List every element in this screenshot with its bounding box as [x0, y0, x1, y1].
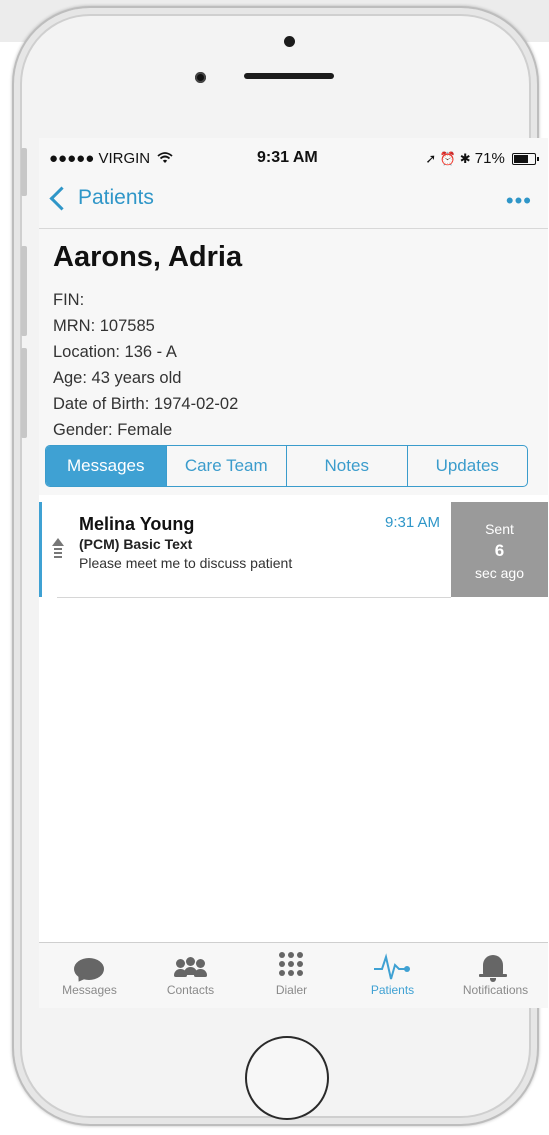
- chat-bubble-icon: [39, 949, 140, 985]
- tabbar-label-dialer: Dialer: [275, 983, 308, 997]
- battery-percent: 71%: [474, 150, 505, 167]
- tabbar-patients[interactable]: Patients: [342, 943, 443, 1008]
- tabbar-messages[interactable]: Messages: [39, 943, 140, 1008]
- back-label: Patients: [78, 186, 154, 209]
- tabbar-label-notifications: Notifications: [462, 983, 529, 997]
- tabbar-contacts[interactable]: Contacts: [140, 943, 241, 1008]
- volume-down-button: [21, 348, 27, 438]
- contacts-icon: [140, 949, 241, 983]
- patient-location: Location: 136 - A: [53, 343, 177, 361]
- status-bar: ●●●●● VIRGIN 9:31 AM ➚ ⏰ ✱ 71%: [39, 138, 548, 178]
- mute-switch: [21, 148, 27, 196]
- message-list-item[interactable]: Melina Young (PCM) Basic Text Please mee…: [39, 502, 548, 598]
- more-options-button[interactable]: •••: [506, 188, 532, 214]
- earpiece-speaker: [244, 73, 334, 79]
- tabbar-notifications[interactable]: Notifications: [443, 943, 548, 1008]
- patient-age: Age: 43 years old: [53, 369, 182, 387]
- message-accent-bar: [39, 502, 42, 597]
- chevron-left-icon: [49, 185, 74, 211]
- tabbar-dialer[interactable]: Dialer: [241, 943, 342, 1008]
- tabbar-label-messages: Messages: [62, 983, 117, 997]
- sent-status-badge: Sent 6 sec ago: [451, 502, 548, 597]
- battery-tip: [537, 157, 539, 162]
- patient-fin: FIN:: [53, 291, 85, 309]
- message-time: 9:31 AM: [385, 514, 441, 531]
- message-body: Please meet me to discuss patient: [79, 555, 293, 571]
- battery-level: [514, 155, 529, 164]
- carrier-group: ●●●●● VIRGIN: [49, 150, 173, 167]
- home-button[interactable]: [245, 1036, 329, 1120]
- volume-up-button: [21, 246, 27, 336]
- location-alarm-bluetooth-icons: ➚ ⏰ ✱: [425, 151, 471, 166]
- patient-mrn: MRN: 107585: [53, 317, 155, 335]
- tab-messages[interactable]: Messages: [46, 446, 166, 486]
- outgoing-arrow-icon: [52, 538, 64, 562]
- app-screen: ●●●●● VIRGIN 9:31 AM ➚ ⏰ ✱ 71% Patients …: [39, 138, 548, 1008]
- bell-icon: [443, 949, 548, 983]
- patient-tabs-segmented-control: Messages Care Team Notes Updates: [45, 445, 528, 487]
- status-right: ➚ ⏰ ✱ 71%: [425, 150, 539, 167]
- front-camera: [195, 72, 206, 83]
- dialer-grid-icon: [241, 949, 342, 983]
- heartbeat-icon: [342, 949, 443, 983]
- sent-count: 6: [494, 541, 505, 560]
- bottom-tab-bar: Messages Contacts Dialer Patients Notifi…: [39, 942, 548, 1008]
- message-sender: Melina Young: [79, 514, 195, 534]
- clock: 9:31 AM: [257, 149, 318, 166]
- tab-notes[interactable]: Notes: [286, 446, 407, 486]
- nav-bar: Patients •••: [39, 178, 548, 229]
- proximity-sensor: [284, 36, 295, 47]
- patient-details: FIN: MRN: 107585 Location: 136 - A Age: …: [53, 287, 238, 443]
- sent-label: Sent: [485, 521, 514, 537]
- tabbar-label-patients: Patients: [370, 983, 415, 997]
- tab-updates[interactable]: Updates: [406, 446, 528, 486]
- list-divider: [57, 597, 451, 598]
- patient-name: Aarons, Adria: [53, 241, 243, 273]
- carrier-label: ●●●●● VIRGIN: [49, 150, 151, 167]
- patient-gender: Gender: Female: [53, 421, 173, 439]
- patient-dob: Date of Birth: 1974-02-02: [53, 395, 239, 413]
- message-subject: (PCM) Basic Text: [79, 536, 193, 552]
- wifi-icon: [157, 152, 173, 163]
- sent-ago: sec ago: [474, 565, 525, 581]
- tabbar-label-contacts: Contacts: [166, 983, 215, 997]
- back-button[interactable]: Patients: [49, 185, 154, 211]
- battery-icon: [512, 153, 539, 166]
- tab-care-team[interactable]: Care Team: [165, 446, 287, 486]
